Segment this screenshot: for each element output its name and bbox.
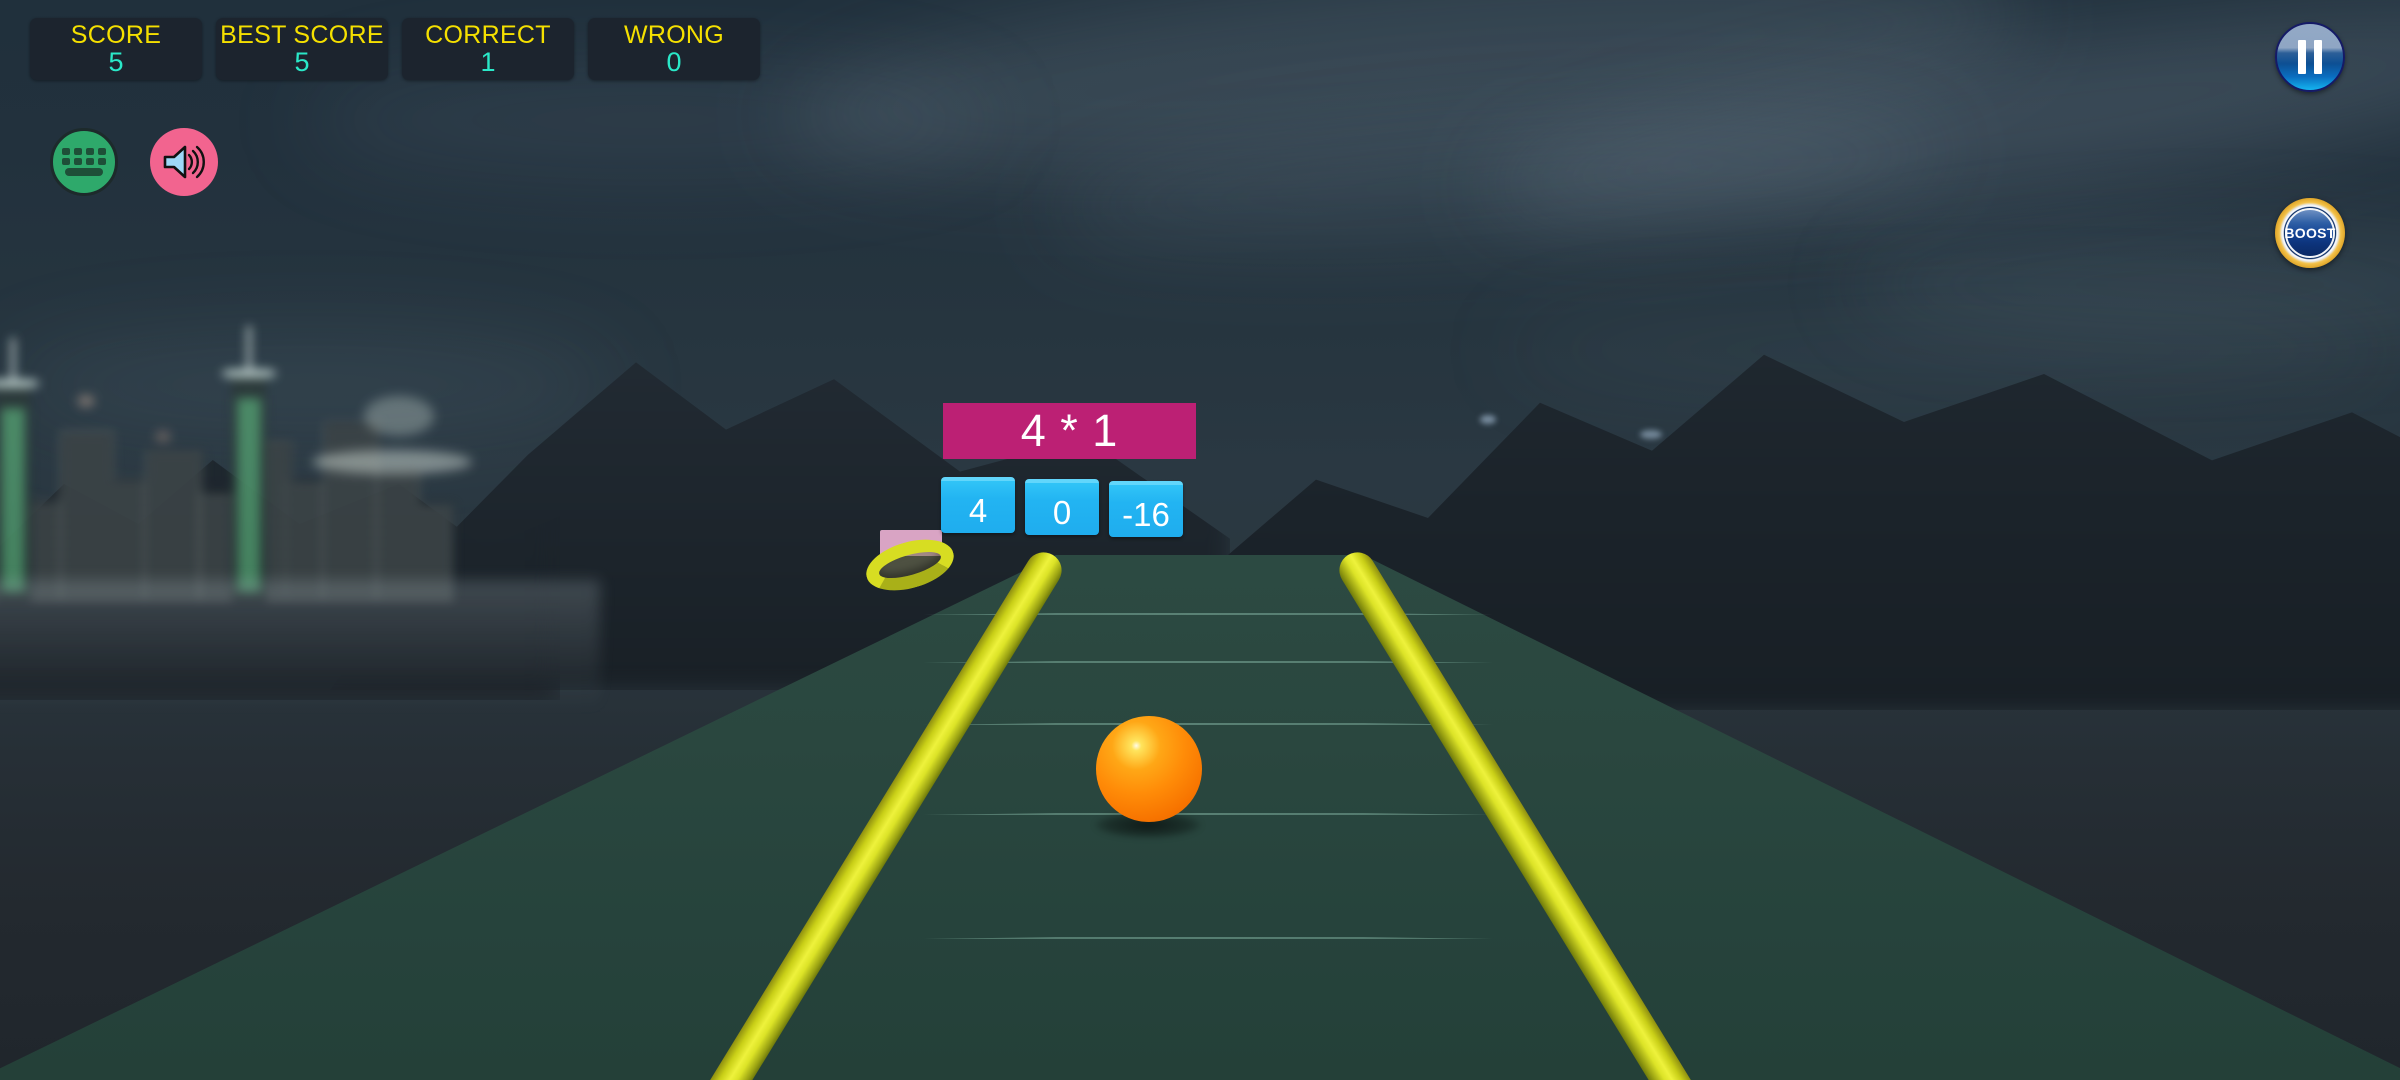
player-ball[interactable]: [1096, 716, 1202, 822]
question-text: 4 * 1: [1020, 404, 1119, 456]
sound-button[interactable]: [150, 128, 218, 196]
boost-label: BOOST: [2284, 225, 2336, 241]
distant-light: [1640, 430, 1662, 439]
boost-button[interactable]: BOOST: [2275, 198, 2345, 268]
stats-bar: SCORE 5 BEST SCORE 5 CORRECT 1 WRONG 0: [30, 18, 760, 80]
pause-icon: [2314, 40, 2322, 74]
question-banner: 4 * 1: [943, 403, 1196, 459]
cloud: [1500, 300, 2400, 400]
track-surface: [0, 555, 2400, 1080]
stat-label: BEST SCORE: [220, 20, 384, 49]
stat-panel-score: SCORE 5: [30, 18, 202, 80]
stat-value: 1: [480, 46, 496, 77]
stat-label: WRONG: [623, 20, 725, 49]
stat-value: 5: [108, 46, 124, 77]
answer-tile-label: -16: [1122, 495, 1170, 533]
speaker-icon: [161, 143, 207, 181]
stat-panel-best-score: BEST SCORE 5: [216, 18, 388, 80]
game-screen: 4 * 1 4 0 -16 SCORE 5 BEST SCORE 5 CORRE…: [0, 0, 2400, 1080]
keyboard-button[interactable]: [50, 128, 118, 196]
distant-light: [1480, 415, 1496, 424]
stat-label: SCORE: [70, 20, 162, 49]
lane-stripe: [0, 661, 2400, 663]
stat-panel-correct: CORRECT 1: [402, 18, 574, 80]
stat-value: 0: [666, 46, 682, 77]
pause-icon: [2298, 40, 2306, 74]
pause-button[interactable]: [2275, 22, 2345, 92]
answer-tile-1[interactable]: 4: [941, 477, 1015, 533]
lane-stripe: [0, 813, 2400, 815]
lane-stripe: [0, 723, 2400, 725]
answer-gate: 4 0 -16: [941, 477, 1183, 537]
answer-tile-2[interactable]: 0: [1025, 479, 1099, 535]
stat-value: 5: [294, 46, 310, 77]
answer-tile-label: 4: [968, 491, 988, 529]
lane-stripe: [0, 613, 2400, 615]
stat-label: CORRECT: [425, 20, 551, 49]
race-track: [0, 530, 2400, 1080]
stat-panel-wrong: WRONG 0: [588, 18, 760, 80]
answer-tile-3[interactable]: -16: [1109, 481, 1183, 537]
left-controls: [50, 128, 218, 196]
boost-inner: BOOST: [2284, 208, 2336, 258]
answer-tile-label: 0: [1052, 493, 1072, 531]
keyboard-icon: [62, 148, 106, 176]
